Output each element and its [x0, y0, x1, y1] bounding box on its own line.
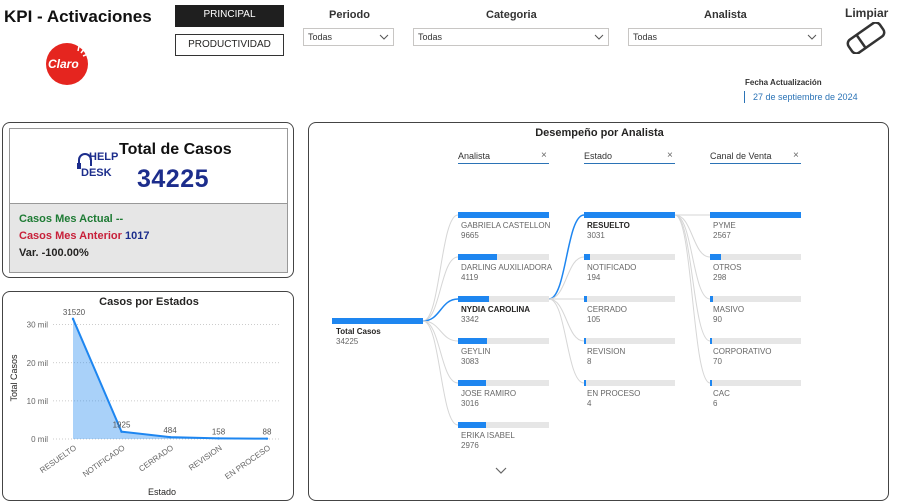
node-label: RESUELTO — [587, 221, 630, 230]
node-bar-track — [584, 380, 675, 386]
estado-node[interactable]: RESUELTO 3031 — [584, 212, 675, 240]
analista-node[interactable]: DARLING AUXILIADORA 4119 — [458, 254, 553, 282]
node-bar-fill — [458, 422, 487, 428]
node-bar-fill — [458, 380, 487, 386]
node-value: 3342 — [461, 315, 479, 324]
link — [422, 214, 459, 322]
node-bar-track — [710, 380, 801, 386]
node-bar-fill — [710, 380, 712, 386]
root-node-total-casos[interactable] — [332, 318, 423, 324]
node-value: 4119 — [461, 273, 479, 282]
node-bar-fill — [584, 338, 586, 344]
analista-node[interactable]: ERIKA ISABEL 2976 — [458, 422, 549, 450]
column-header-analista[interactable]: Analista — [458, 151, 490, 161]
root-node-label: Total Casos — [336, 327, 381, 336]
node-value: 2976 — [461, 441, 479, 450]
node-bar-track — [584, 296, 675, 302]
column-header-canal-de-venta[interactable]: Canal de Venta — [710, 151, 772, 161]
decomposition-tree: Analista × Estado × Canal de Venta × Tot… — [0, 0, 897, 501]
node-label: CORPORATIVO — [713, 347, 772, 356]
node-label: CAC — [713, 389, 730, 398]
column-header-underline — [584, 163, 675, 164]
node-bar-track — [710, 296, 801, 302]
node-label: ERIKA ISABEL — [461, 431, 515, 440]
estado-node[interactable]: EN PROCESO 4 — [584, 380, 675, 408]
node-value: 6 — [713, 399, 718, 408]
link — [674, 214, 711, 384]
link — [548, 298, 585, 384]
node-value: 70 — [713, 357, 722, 366]
node-bar-fill — [584, 296, 588, 302]
estado-node[interactable]: NOTIFICADO 194 — [584, 254, 675, 282]
node-label: NOTIFICADO — [587, 263, 637, 272]
estado-node[interactable]: REVISION 8 — [584, 338, 675, 366]
node-label: CERRADO — [587, 305, 628, 314]
node-label: PYME — [713, 221, 736, 230]
node-bar-fill — [584, 380, 586, 386]
canal-node[interactable]: CAC 6 — [710, 380, 801, 408]
analista-node[interactable]: NYDIA CAROLINA 3342 — [458, 296, 549, 324]
root-node-bar — [332, 318, 423, 324]
node-bar-track — [584, 338, 675, 344]
node-bar-fill — [710, 212, 801, 218]
node-label: MASIVO — [713, 305, 745, 314]
canal-node[interactable]: MASIVO 90 — [710, 296, 801, 324]
node-bar-track — [710, 254, 801, 260]
node-label: DARLING AUXILIADORA — [461, 263, 553, 272]
link — [548, 298, 585, 342]
node-bar-fill — [710, 338, 713, 344]
node-bar-fill — [458, 338, 488, 344]
node-value: 194 — [587, 273, 601, 282]
column-header-estado[interactable]: Estado — [584, 151, 612, 161]
close-icon[interactable]: × — [667, 150, 673, 161]
node-bar-fill — [710, 296, 714, 302]
link — [674, 214, 711, 342]
link — [422, 320, 459, 426]
column-header-underline — [710, 163, 801, 164]
analista-node[interactable]: GABRIELA CASTELLON 9665 — [458, 212, 551, 240]
chevron-down-icon[interactable] — [495, 462, 507, 480]
root-node-value: 34225 — [336, 337, 359, 346]
node-bar-fill — [584, 212, 675, 218]
node-value: 3031 — [587, 231, 605, 240]
active-link — [548, 214, 585, 300]
node-value: 90 — [713, 315, 722, 324]
node-bar-fill — [458, 254, 497, 260]
node-label: JOSE RAMIRO — [461, 389, 517, 398]
node-bar-fill — [710, 254, 721, 260]
node-label: OTROS — [713, 263, 742, 272]
node-label: EN PROCESO — [587, 389, 641, 398]
estado-node[interactable]: CERRADO 105 — [584, 296, 675, 324]
node-value: 2567 — [713, 231, 731, 240]
canal-node[interactable]: OTROS 298 — [710, 254, 801, 282]
node-label: GEYLIN — [461, 347, 491, 356]
node-bar-track — [710, 338, 801, 344]
decomposition-links — [422, 214, 711, 426]
node-bar-fill — [458, 212, 549, 218]
node-bar-fill — [584, 254, 590, 260]
node-value: 3016 — [461, 399, 479, 408]
link — [548, 256, 585, 300]
node-label: REVISION — [587, 347, 626, 356]
node-value: 3083 — [461, 357, 479, 366]
canal-node[interactable]: CORPORATIVO 70 — [710, 338, 801, 366]
node-bar-fill — [458, 296, 490, 302]
close-icon[interactable]: × — [541, 150, 547, 161]
node-value: 8 — [587, 357, 592, 366]
column-header-underline — [458, 163, 549, 164]
node-value: 9665 — [461, 231, 479, 240]
node-value: 105 — [587, 315, 601, 324]
analista-node[interactable]: GEYLIN 3083 — [458, 338, 549, 366]
link — [674, 214, 711, 300]
analista-node[interactable]: JOSE RAMIRO 3016 — [458, 380, 549, 408]
close-icon[interactable]: × — [793, 150, 799, 161]
node-label: NYDIA CAROLINA — [461, 305, 531, 314]
node-bar-track — [584, 254, 675, 260]
canal-node[interactable]: PYME 2567 — [710, 212, 801, 240]
node-value: 4 — [587, 399, 592, 408]
node-label: GABRIELA CASTELLON — [461, 221, 551, 230]
node-value: 298 — [713, 273, 727, 282]
